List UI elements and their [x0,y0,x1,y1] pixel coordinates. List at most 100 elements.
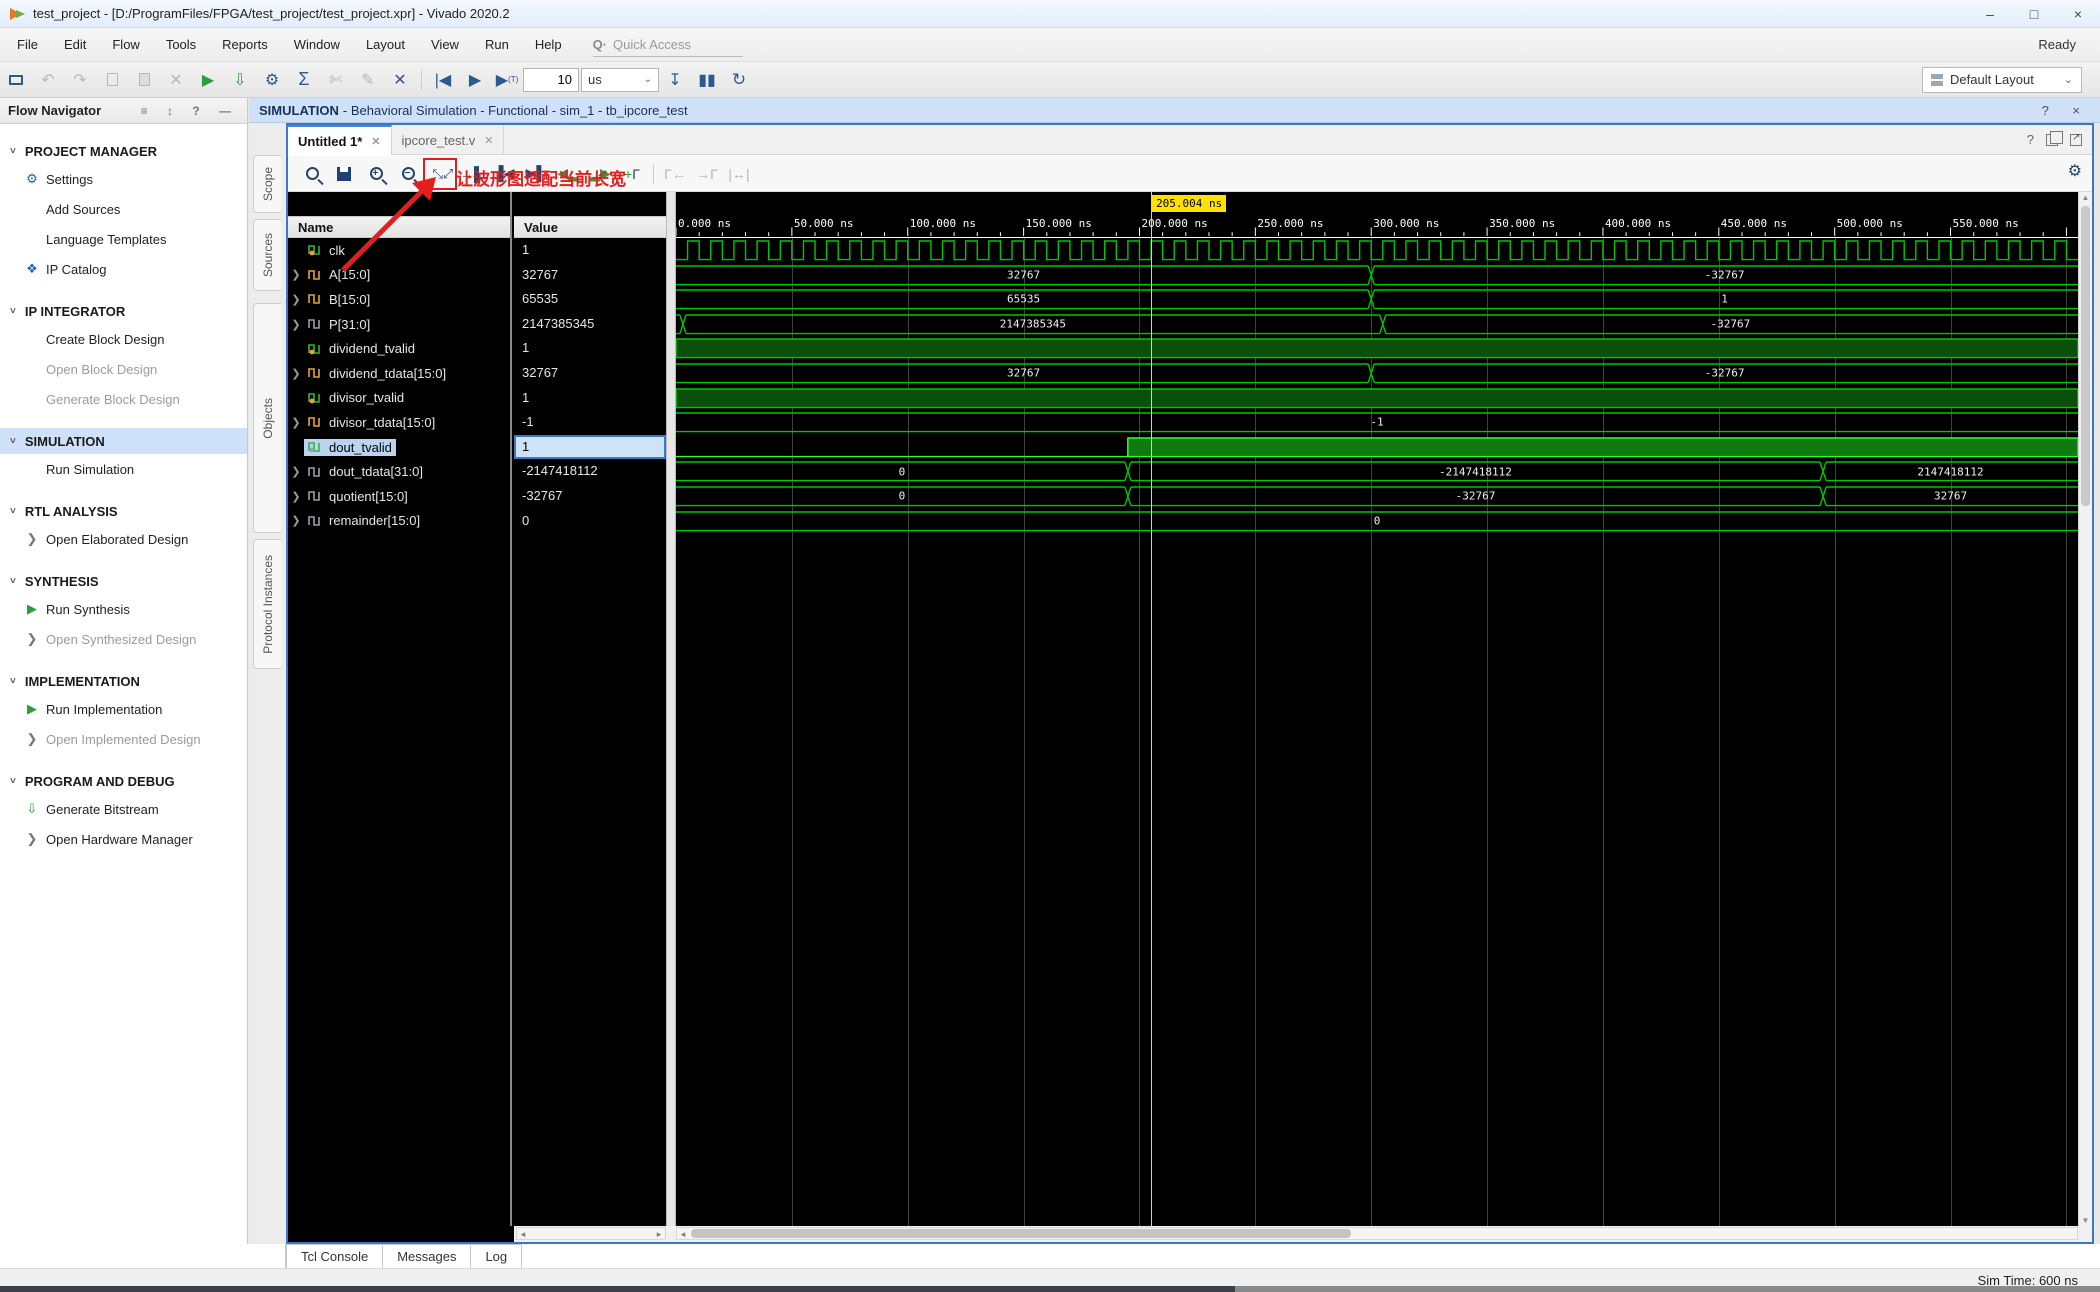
signal-row-B-15-0-[interactable]: ❯ B[15:0] [288,287,510,312]
menu-help[interactable]: Help [522,28,575,62]
sidebar-item-generate-bitstream[interactable]: ⇩ Generate Bitstream [0,794,247,824]
cut-icon[interactable]: ✄ [321,67,351,93]
menu-window[interactable]: Window [281,28,353,62]
flow-section-rtl-analysis[interactable]: ˅ RTL ANALYSIS [0,498,247,524]
time-unit-select[interactable]: us ⌄ [581,67,659,92]
bottom-tab-tcl-console[interactable]: Tcl Console [286,1244,384,1268]
expand-chevron-icon[interactable]: ❯ [288,367,304,380]
relaunch-icon[interactable]: ↻ [724,67,754,93]
side-tab-sources[interactable]: Sources [253,219,281,291]
signal-value-divisor_tvalid[interactable]: 1 [514,386,666,411]
signal-row-A-15-0-[interactable]: ❯ A[15:0] [288,263,510,288]
float-window-icon[interactable] [2046,130,2063,146]
value-scrollbar[interactable]: ◂ ▸ [516,1227,666,1240]
signal-value-divisor_tdata-15-0-[interactable]: -1 [514,410,666,435]
help-icon[interactable]: ? [2027,132,2034,147]
signal-value-clk[interactable]: 1 [514,238,666,263]
signal-row-dout_tvalid[interactable]: dout_tvalid [288,435,510,460]
panel-splitter[interactable] [666,192,676,1226]
signal-value-dividend_tdata-15-0-[interactable]: 32767 [514,361,666,386]
sidebar-item-run-implementation[interactable]: ▶ Run Implementation [0,694,247,724]
sidebar-item-open-implemented-design[interactable]: ❯ Open Implemented Design [0,724,247,754]
menu-tools[interactable]: Tools [153,28,209,62]
maximize-panel-icon[interactable] [2070,132,2082,146]
sidebar-item-generate-block-design[interactable]: Generate Block Design [0,384,247,414]
zoom-fit-icon[interactable]: ⤡⤢ [423,157,457,190]
layout-select[interactable]: Default Layout ⌄ [1922,66,2082,93]
maximize-button[interactable]: □ [2012,0,2056,28]
restart-sim-icon[interactable]: |◀ [428,67,458,93]
minimize-button[interactable]: – [1968,0,2012,28]
previous-marker-icon[interactable]: Γ← [661,161,689,187]
run-time-input[interactable] [523,67,579,92]
menu-layout[interactable]: Layout [353,28,418,62]
sidebar-item-add-sources[interactable]: Add Sources [0,194,247,224]
signal-value-A-15-0-[interactable]: 32767 [514,263,666,288]
expand-chevron-icon[interactable]: ❯ [288,490,304,503]
expand-chevron-icon[interactable]: ❯ [288,465,304,478]
next-marker-icon[interactable]: →Γ [693,161,721,187]
expand-chevron-icon[interactable]: ❯ [288,514,304,527]
wave-settings-gear-icon[interactable]: ⚙ [2068,161,2082,181]
expand-chevron-icon[interactable]: ❯ [288,318,304,331]
pen-icon[interactable]: ✎ [353,67,383,93]
signal-value-quotient-15-0-[interactable]: -32767 [514,484,666,509]
signal-row-P-31-0-[interactable]: ❯ P[31:0] [288,312,510,337]
sidebar-item-open-hardware-manager[interactable]: ❯ Open Hardware Manager [0,824,247,854]
sidebar-item-language-templates[interactable]: Language Templates [0,224,247,254]
flow-navigator-header-icons[interactable]: ≡ ↕ ? — [141,104,239,118]
tab-untitled-1[interactable]: Untitled 1* ✕ [288,125,392,155]
swap-cursor-icon[interactable]: |↔| [725,161,753,187]
sidebar-item-open-elaborated-design[interactable]: ❯ Open Elaborated Design [0,524,247,554]
expand-chevron-icon[interactable]: ❯ [288,293,304,306]
signal-value-dout_tdata-31-0-[interactable]: -2147418112 [514,459,666,484]
menu-reports[interactable]: Reports [209,28,281,62]
menu-flow[interactable]: Flow [99,28,152,62]
step-icon[interactable]: ↧ [660,67,690,93]
settings-gear-icon[interactable]: ⚙ [257,67,287,93]
flow-section-synthesis[interactable]: ˅ SYNTHESIS [0,568,247,594]
expand-chevron-icon[interactable]: ❯ [288,268,304,281]
redo-icon[interactable]: ↷ [65,67,95,93]
signal-row-dividend_tvalid[interactable]: dividend_tvalid [288,336,510,361]
signal-row-quotient-15-0-[interactable]: ❯ quotient[15:0] [288,484,510,509]
zoom-in-icon[interactable]: + [362,161,390,187]
close-button[interactable]: × [2056,0,2100,28]
signal-row-remainder-15-0-[interactable]: ❯ remainder[15:0] [288,509,510,534]
side-tab-scope[interactable]: Scope [253,155,281,213]
delete-icon[interactable]: ✕ [161,67,191,93]
flow-section-project-manager[interactable]: ˅ PROJECT MANAGER [0,138,247,164]
flow-section-program-and-debug[interactable]: ˅ PROGRAM AND DEBUG [0,768,247,794]
sidebar-item-run-simulation[interactable]: Run Simulation [0,454,247,484]
signal-row-dout_tdata-31-0-[interactable]: ❯ dout_tdata[31:0] [288,459,510,484]
flow-section-implementation[interactable]: ˅ IMPLEMENTATION [0,668,247,694]
signal-value-remainder-15-0-[interactable]: 0 [514,509,666,534]
menu-view[interactable]: View [418,28,472,62]
run-icon[interactable]: ▶ [193,67,223,93]
save-wave-config-icon[interactable] [330,161,358,187]
flow-section-simulation[interactable]: ˅ SIMULATION [0,428,247,454]
report-sigma-icon[interactable]: Σ [289,67,319,93]
simulation-header-controls[interactable]: ? × [2042,103,2090,118]
bottom-tab-log[interactable]: Log [470,1244,523,1268]
open-file-icon[interactable] [1,67,31,93]
signal-value-dividend_tvalid[interactable]: 1 [514,336,666,361]
quick-access-search[interactable]: Q· Quick Access [592,33,743,57]
sidebar-item-open-synthesized-design[interactable]: ❯ Open Synthesized Design [0,624,247,654]
wave-plot[interactable]: 0.000 ns 50.000 ns 100.000 ns 150.000 ns 200… [676,192,2078,1226]
menu-edit[interactable]: Edit [51,28,99,62]
break-icon[interactable]: ✕ [385,67,415,93]
sidebar-item-open-block-design[interactable]: Open Block Design [0,354,247,384]
signal-row-divisor_tvalid[interactable]: divisor_tvalid [288,386,510,411]
generate-bitstream-icon[interactable]: ⇩ [225,67,255,93]
menu-file[interactable]: File [4,28,51,62]
name-column-header[interactable]: Name [288,216,510,238]
undo-icon[interactable]: ↶ [33,67,63,93]
run-for-time-icon[interactable]: ▶ (T) [492,67,522,93]
sidebar-item-create-block-design[interactable]: Create Block Design [0,324,247,354]
sidebar-item-ip-catalog[interactable]: ❖ IP Catalog [0,254,247,284]
cursor-line[interactable] [1151,192,1153,1226]
sidebar-item-settings[interactable]: ⚙ Settings [0,164,247,194]
signal-row-clk[interactable]: clk [288,238,510,263]
signal-row-divisor_tdata-15-0-[interactable]: ❯ divisor_tdata[15:0] [288,410,510,435]
